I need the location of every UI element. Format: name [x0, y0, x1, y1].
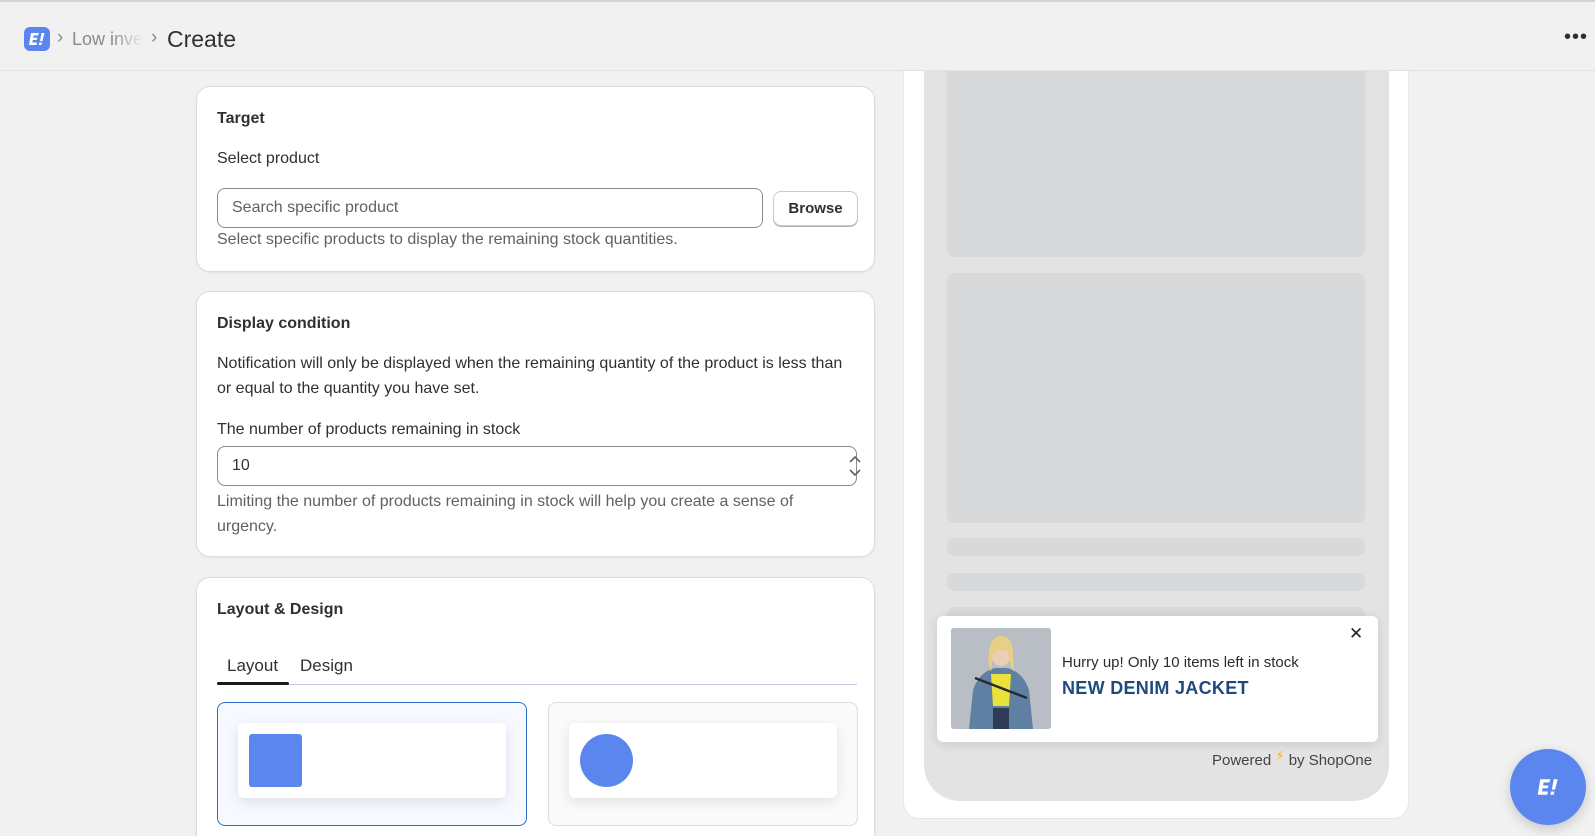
close-icon[interactable]: ✕ — [1349, 624, 1363, 644]
skeleton-line — [947, 538, 1365, 556]
quantity-help-text: Limiting the number of products remainin… — [217, 493, 794, 535]
tab-design[interactable]: Design — [300, 656, 353, 676]
quantity-input[interactable] — [217, 446, 857, 486]
active-tab-indicator — [217, 682, 289, 685]
chat-fab-button[interactable] — [1510, 749, 1586, 825]
square-thumbnail-icon — [249, 734, 302, 787]
powered-prefix: Powered — [1212, 752, 1272, 769]
layout-option-square[interactable] — [217, 702, 527, 826]
target-card: Target Select product Browse Select spec… — [196, 86, 875, 272]
notification-popup: Hurry up! Only 10 items left in stock NE… — [937, 616, 1378, 742]
product-image — [951, 628, 1051, 729]
skeleton-image — [947, 71, 1365, 257]
layout-option-preview — [238, 723, 506, 798]
page-title: Create — [167, 26, 237, 52]
breadcrumb-parent-link[interactable]: Low inventory — [72, 29, 144, 53]
display-condition-card: Display condition Notification will only… — [196, 291, 875, 557]
shopone-logo-icon — [1537, 779, 1558, 795]
lightning-bolt-icon: ⚡ — [1275, 748, 1285, 763]
popup-product-name: NEW DENIM JACKET — [1062, 678, 1249, 698]
quantity-label: The number of products remaining in stoc… — [217, 421, 521, 438]
chevron-down-icon[interactable] — [843, 466, 867, 480]
app-logo-icon[interactable] — [24, 27, 50, 51]
layout-option-preview — [569, 723, 837, 798]
product-search-input[interactable] — [217, 188, 763, 228]
more-actions-button[interactable]: ••• — [1564, 26, 1588, 49]
chevron-up-icon[interactable] — [843, 452, 867, 466]
target-help-text: Select specific products to display the … — [217, 231, 678, 248]
target-card-title: Target — [217, 110, 265, 127]
display-condition-description: Notification will only be displayed when… — [217, 355, 843, 397]
layout-option-circle[interactable] — [548, 702, 858, 826]
quantity-field — [217, 446, 861, 486]
select-product-label: Select product — [217, 150, 320, 167]
tabs-divider — [217, 684, 857, 685]
quantity-stepper[interactable] — [843, 452, 867, 480]
circle-thumbnail-icon — [580, 734, 633, 787]
chevron-right-icon: › — [151, 27, 158, 48]
chevron-right-icon: › — [57, 27, 64, 48]
powered-suffix: by ShopOne — [1288, 752, 1373, 769]
browse-button[interactable]: Browse — [773, 191, 858, 226]
popup-message: Hurry up! Only 10 items left in stock — [1062, 654, 1299, 671]
top-bar: › Low inventory › Create ••• — [0, 0, 1595, 71]
powered-by: Powered ⚡ by ShopOne — [1212, 748, 1373, 769]
skeleton-line — [947, 573, 1365, 591]
skeleton-image — [947, 273, 1365, 523]
display-condition-title: Display condition — [217, 315, 351, 332]
tab-layout[interactable]: Layout — [227, 656, 278, 676]
shopone-logo-icon — [29, 33, 45, 45]
layout-design-card: Layout & Design Layout Design — [196, 577, 875, 836]
layout-design-title: Layout & Design — [217, 601, 344, 618]
